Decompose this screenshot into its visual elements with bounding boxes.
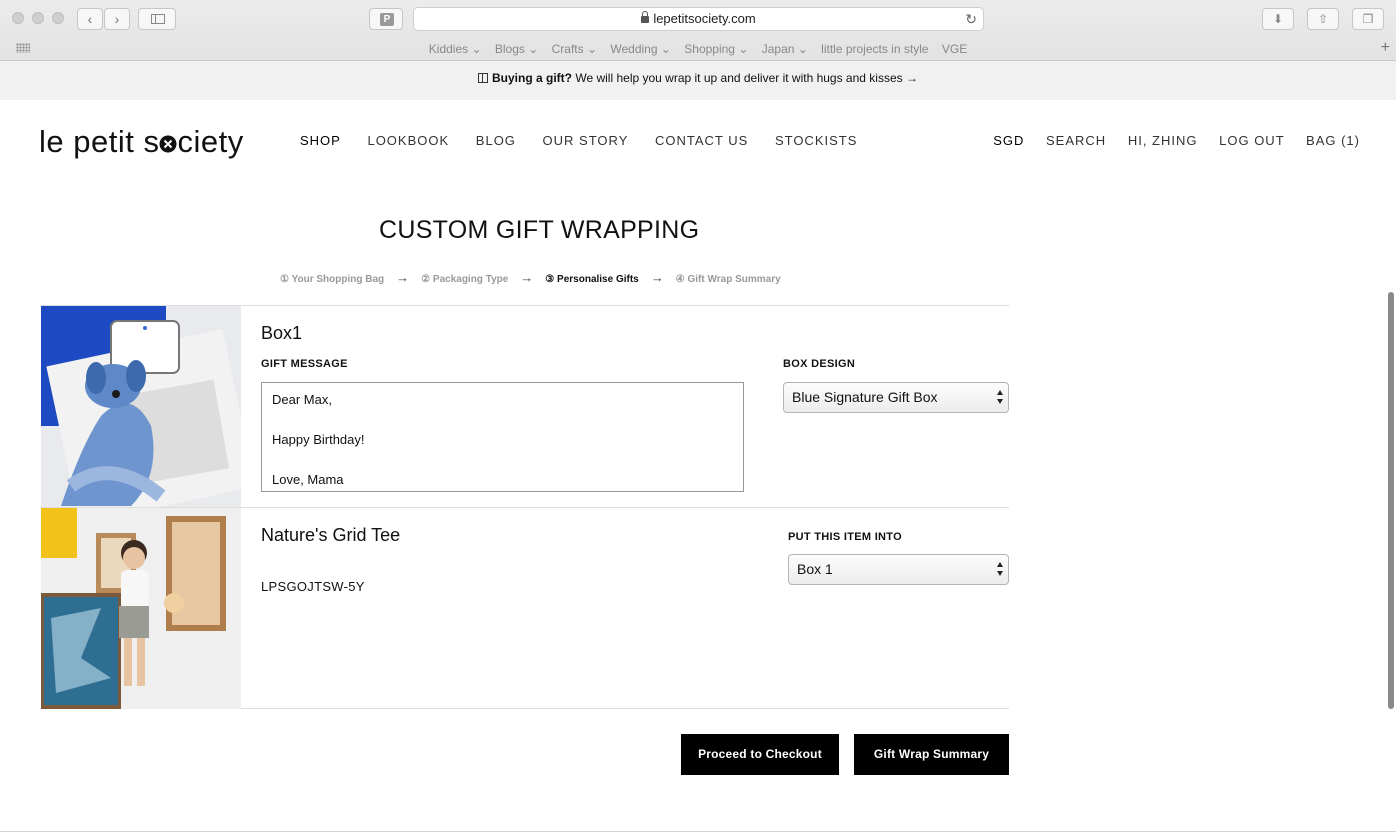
scrollbar[interactable]: [1388, 292, 1394, 709]
back-button[interactable]: ‹: [77, 8, 103, 30]
download-icon: ⬇: [1272, 12, 1284, 26]
downloads-button[interactable]: ⬇: [1262, 8, 1294, 30]
tabs-icon: ❐: [1362, 12, 1374, 26]
item-sku: LPSGOJTSW-5Y: [261, 579, 365, 594]
reload-icon[interactable]: ↻: [965, 8, 977, 30]
lock-icon: [641, 11, 650, 23]
step-packaging-type[interactable]: ② Packaging Type: [421, 274, 508, 285]
logo-text-right: ciety: [177, 124, 244, 159]
nav-shop[interactable]: SHOP: [300, 133, 341, 148]
step-personalise-gifts: ③ Personalise Gifts: [545, 274, 639, 285]
bookmark-item[interactable]: Wedding ⌄: [610, 38, 671, 60]
arrow-right-icon: →: [396, 270, 410, 285]
close-window-button[interactable]: [12, 12, 24, 24]
item-image: [41, 508, 241, 709]
extension-button[interactable]: P: [369, 8, 403, 30]
bookmark-item[interactable]: Crafts ⌄: [552, 38, 597, 60]
divider: [0, 831, 1396, 832]
proceed-to-checkout-button[interactable]: Proceed to Checkout: [681, 734, 839, 775]
bookmark-item[interactable]: Blogs ⌄: [495, 38, 538, 60]
sidebar-icon: [151, 14, 165, 24]
currency-selector[interactable]: SGD: [993, 133, 1024, 148]
chevron-right-icon: ›: [114, 11, 120, 27]
logo-o-icon: [159, 135, 177, 153]
item-row: Nature's Grid Tee LPSGOJTSW-5Y PUT THIS …: [40, 507, 1009, 709]
nav-contact-us[interactable]: CONTACT US: [655, 133, 748, 148]
url-text: lepetitsociety.com: [653, 11, 756, 26]
nav-lookbook[interactable]: LOOKBOOK: [367, 133, 449, 148]
promo-banner[interactable]: Buying a gift? We will help you wrap it …: [0, 61, 1396, 100]
promo-bold-text: Buying a gift?: [492, 71, 573, 85]
zoom-window-button[interactable]: [52, 12, 64, 24]
minimize-window-button[interactable]: [32, 12, 44, 24]
box-title: Box1: [261, 323, 303, 343]
tabs-overview-button[interactable]: ❐: [1352, 8, 1384, 30]
forward-button[interactable]: ›: [104, 8, 130, 30]
put-into-value: Box 1: [797, 561, 833, 577]
logout-link[interactable]: LOG OUT: [1219, 133, 1284, 148]
search-link[interactable]: SEARCH: [1046, 133, 1106, 148]
checkout-steps: ① Your Shopping Bag → ② Packaging Type → ③ P…: [280, 270, 781, 285]
sidebar-toggle-button[interactable]: [138, 8, 176, 30]
bookmark-item[interactable]: Kiddies ⌄: [429, 38, 482, 60]
arrow-right-icon: →: [650, 270, 664, 285]
bookmarks-bar: Kiddies ⌄ Blogs ⌄ Crafts ⌄ Wedding ⌄ Sho…: [0, 38, 1396, 60]
step-gift-wrap-summary[interactable]: ④ Gift Wrap Summary: [676, 274, 781, 285]
chevron-left-icon: ‹: [87, 11, 93, 27]
bookmark-item[interactable]: little projects in style: [821, 38, 928, 60]
nav-our-story[interactable]: OUR STORY: [543, 133, 629, 148]
share-button[interactable]: ⇧: [1307, 8, 1339, 30]
logo-text-left: le petit s: [39, 124, 160, 159]
site-logo[interactable]: le petit s ciety: [39, 124, 244, 160]
updown-arrows-icon: [997, 390, 1003, 404]
p-extension-icon: P: [380, 13, 394, 26]
bookmark-item[interactable]: VGE: [942, 38, 967, 60]
item-title: Nature's Grid Tee: [261, 525, 401, 545]
account-link[interactable]: HI, ZHING: [1128, 133, 1198, 148]
gift-message-field[interactable]: Dear Max, Happy Birthday! Love, Mama: [261, 382, 744, 492]
nav-blog[interactable]: BLOG: [476, 133, 516, 148]
updown-arrows-icon: [997, 562, 1003, 576]
box-design-label: BOX DESIGN: [783, 358, 856, 370]
gift-message-label: GIFT MESSAGE: [261, 358, 348, 370]
main-nav: SHOP LOOKBOOK BLOG OUR STORY CONTACT US …: [300, 133, 879, 148]
arrow-right-icon: →: [520, 270, 534, 285]
share-icon: ⇧: [1317, 12, 1329, 26]
put-into-label: PUT THIS ITEM INTO: [788, 531, 902, 543]
step-shopping-bag[interactable]: ① Your Shopping Bag: [280, 274, 384, 285]
bookmark-item[interactable]: Japan ⌄: [762, 38, 808, 60]
page-title: CUSTOM GIFT WRAPPING: [379, 216, 700, 244]
gift-icon: [478, 73, 489, 83]
gift-box-row: Box1 GIFT MESSAGE Dear Max, Happy Birthd…: [40, 305, 1009, 507]
put-into-box-select[interactable]: Box 1: [788, 554, 1009, 585]
user-nav: SGD SEARCH HI, ZHING LOG OUT BAG (1): [976, 133, 1360, 148]
box-design-select[interactable]: Blue Signature Gift Box: [783, 382, 1009, 413]
nav-stockists[interactable]: STOCKISTS: [775, 133, 857, 148]
new-tab-plus-icon[interactable]: +: [1381, 39, 1390, 57]
bookmark-item[interactable]: Shopping ⌄: [684, 38, 748, 60]
browser-toolbar: ‹ › P lepetitsociety.com ↻ ⬇ ⇧ ❐ Kiddies…: [0, 0, 1396, 61]
promo-text: We will help you wrap it up and deliver …: [572, 71, 918, 85]
gift-box-image: [41, 306, 241, 507]
box-design-value: Blue Signature Gift Box: [792, 389, 938, 405]
bag-link[interactable]: BAG (1): [1306, 133, 1360, 148]
gift-wrap-summary-button[interactable]: Gift Wrap Summary: [854, 734, 1009, 775]
address-bar[interactable]: lepetitsociety.com ↻: [413, 7, 984, 31]
